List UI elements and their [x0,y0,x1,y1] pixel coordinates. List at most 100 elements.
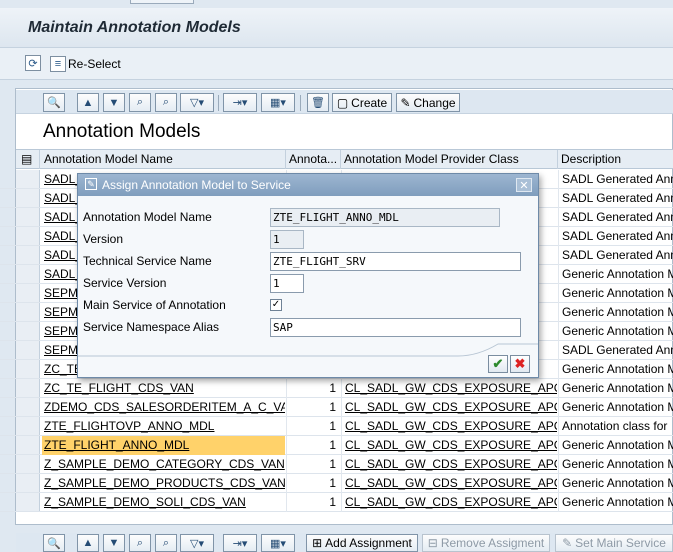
annotation-model-name-cell[interactable]: Z_SAMPLE_DEMO_PRODUCTS_CDS_VAN [42,474,285,493]
description-cell: Generic Annotation M [558,455,673,474]
column-header-count[interactable]: Annota... [286,150,341,169]
find-icon[interactable]: ⌕ [129,534,151,552]
description-cell: SADL Generated Ann [558,208,673,227]
create-button[interactable]: ▢ Create [332,93,392,112]
version-field[interactable]: 1 [270,230,304,249]
refresh-icon[interactable]: ⟳ [25,55,41,71]
cancel-icon[interactable]: ✖ [510,355,530,373]
reselect-button[interactable]: ≡ Re-Select [50,56,121,72]
remove-icon: ⊟ [427,536,438,550]
service-version-label: Service Version [83,276,167,290]
table-row[interactable]: Z_SAMPLE_DEMO_PRODUCTS_CDS_VAN 1 CL_SADL_G… [0,474,673,493]
sort-ascending-icon[interactable]: ▲ [77,534,99,552]
reselect-icon: ≡ [50,56,66,72]
annotation-model-name-cell[interactable]: ZTE_FLIGHT_ANNO_MDL [42,436,285,455]
dialog-footer-curve [78,343,538,357]
alias-label: Service Namespace Alias [83,320,220,334]
annotation-count-cell: 1 [286,474,340,493]
description-cell: Generic Annotation M [558,284,673,303]
description-cell: SADL Generated Ann [558,341,673,360]
dialog-edit-icon: ✎ [85,178,97,190]
confirm-icon[interactable]: ✔ [488,355,508,373]
annotation-model-name-cell[interactable]: Z_SAMPLE_DEMO_CATEGORY_CDS_VAN [42,455,285,474]
description-cell: Annotation class for [558,417,673,436]
change-button[interactable]: ✎ Change [396,93,460,112]
provider-class-cell[interactable]: CL_SADL_GW_CDS_EXPOSURE_APC [341,436,557,455]
description-cell: SADL Generated Ann [558,170,673,189]
table-row[interactable]: ZTE_FLIGHTOVP_ANNO_MDL 1 CL_SADL_GW_CDS_EX… [0,417,673,436]
annotation-count-cell: 1 [286,379,340,398]
main-service-checkbox[interactable]: ✓ [270,299,282,311]
provider-class-cell[interactable]: CL_SADL_GW_CDS_EXPOSURE_APC [341,379,557,398]
description-cell: SADL Generated Ann [558,189,673,208]
window-top-strip [0,0,673,8]
table-row[interactable]: ZDEMO_CDS_SALESORDERITEM_A_C_VAN 1 CL_SADL… [0,398,673,417]
filter-icon[interactable]: ▽▾ [180,93,214,112]
tech-service-field[interactable]: ZTE_FLIGHT_SRV [270,252,521,271]
details-icon[interactable]: 🔍 [43,93,65,112]
delete-icon[interactable]: 🗑 [307,93,329,112]
add-icon: ⊞ [312,536,323,550]
model-name-field[interactable]: ZTE_FLIGHT_ANNO_MDL [270,208,500,227]
find-icon[interactable]: ⌕ [129,93,151,112]
description-cell: Generic Annotation M [558,379,673,398]
pencil-icon: ✎ [562,536,573,550]
window-tab[interactable] [130,0,194,4]
find-next-icon[interactable]: ⌕ [155,534,177,552]
column-header-name[interactable]: Annotation Model Name [41,150,286,169]
toolbar-separator [300,95,301,111]
provider-class-cell[interactable]: CL_SADL_GW_CDS_EXPOSURE_APC [341,455,557,474]
pencil-icon: ✎ [400,95,411,110]
annotation-count-cell: 1 [286,398,340,417]
column-header-class[interactable]: Annotation Model Provider Class [341,150,558,169]
annotation-count-cell: 1 [286,417,340,436]
set-main-service-button[interactable]: ✎ Set Main Service [555,534,673,552]
add-assignment-button[interactable]: ⊞ Add Assignment [306,534,418,552]
close-icon[interactable]: ✕ [516,178,532,192]
provider-class-cell[interactable]: CL_SADL_GW_CDS_EXPOSURE_APC [341,398,557,417]
provider-class-cell[interactable]: CL_SADL_GW_CDS_EXPOSURE_APC [341,417,557,436]
toolbar-separator [218,95,219,111]
annotation-model-name-cell[interactable]: ZTE_FLIGHTOVP_ANNO_MDL [42,417,285,436]
export-icon[interactable]: ⇥▾ [223,93,257,112]
provider-class-cell[interactable]: CL_SADL_GW_CDS_EXPOSURE_APC [341,474,557,493]
table-row[interactable]: ZTE_FLIGHT_ANNO_MDL 1 CL_SADL_GW_CDS_EXPOS… [0,436,673,455]
sort-descending-icon[interactable]: ▼ [103,93,125,112]
sort-ascending-icon[interactable]: ▲ [77,93,99,112]
find-next-icon[interactable]: ⌕ [155,93,177,112]
annotation-count-cell: 1 [286,493,340,512]
description-cell: Generic Annotation M [558,322,673,341]
dialog-title: Assign Annotation Model to Service [102,178,291,192]
table-row[interactable]: Z_SAMPLE_DEMO_CATEGORY_CDS_VAN 1 CL_SADL_G… [0,455,673,474]
remove-assignment-button[interactable]: ⊟ Remove Assigment [422,534,550,552]
tech-service-label: Technical Service Name [83,254,212,268]
layout-icon[interactable]: ▦▾ [261,93,295,112]
grid-title: Annotation Models [43,121,201,142]
details-icon[interactable]: 🔍 [43,534,65,552]
select-all-icon[interactable]: ▤ [16,150,40,169]
filter-icon[interactable]: ▽▾ [180,534,214,552]
description-cell: Generic Annotation M [558,303,673,322]
description-cell: Generic Annotation M [558,265,673,284]
annotation-model-name-cell[interactable]: Z_SAMPLE_DEMO_SOLI_CDS_VAN [42,493,285,512]
alias-field[interactable]: SAP [270,318,521,337]
description-cell: SADL Generated Ann [558,227,673,246]
annotation-count-cell: 1 [286,455,340,474]
set-main-service-label: Set Main Service [575,536,666,550]
service-version-field[interactable]: 1 [270,274,304,293]
layout-icon[interactable]: ▦▾ [261,534,295,552]
column-header-description[interactable]: Description [558,150,673,169]
create-label: Create [351,95,388,110]
sort-descending-icon[interactable]: ▼ [103,534,125,552]
description-cell: Generic Annotation M [558,474,673,493]
reselect-label: Re-Select [68,57,121,71]
export-icon[interactable]: ⇥▾ [223,534,257,552]
create-icon: ▢ [336,95,349,110]
table-row[interactable]: Z_SAMPLE_DEMO_SOLI_CDS_VAN 1 CL_SADL_GW_CD… [0,493,673,512]
annotation-model-name-cell[interactable]: ZC_TE_FLIGHT_CDS_VAN [42,379,285,398]
version-label: Version [83,232,124,246]
annotation-model-name-cell[interactable]: ZDEMO_CDS_SALESORDERITEM_A_C_VAN [42,398,285,417]
provider-class-cell[interactable]: CL_SADL_GW_CDS_EXPOSURE_APC [341,493,557,512]
table-row[interactable]: ZC_TE_FLIGHT_CDS_VAN 1 CL_SADL_GW_CDS_EXPO… [0,379,673,398]
model-name-label: Annotation Model Name [83,210,212,224]
